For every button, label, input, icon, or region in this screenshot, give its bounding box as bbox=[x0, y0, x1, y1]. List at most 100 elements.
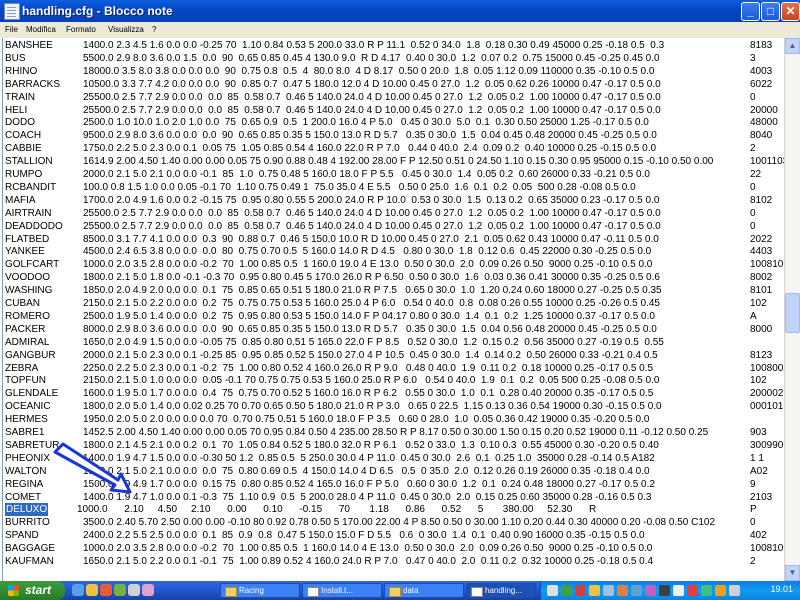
close-button[interactable]: ✕ bbox=[781, 2, 800, 21]
text-line: GANGBUR 2000.0 2.1 5.0 2.3 0.0 0.1 -0.25 … bbox=[5, 349, 783, 362]
vehicle-values: 8500.0 3.1 7.7 4.1 0.0 0.0 0.3 90 0.88 0… bbox=[83, 233, 659, 245]
messenger-icon[interactable] bbox=[114, 584, 126, 596]
scroll-up-icon[interactable]: ▲ bbox=[785, 38, 800, 54]
text-line: RUMPO 2000.0 2.1 5.0 2.1 0.0 0.0 -0.1 85 … bbox=[5, 168, 783, 181]
vehicle-name: COMET bbox=[5, 491, 42, 503]
app2-icon[interactable] bbox=[142, 584, 154, 596]
vehicle-values: 10500.0 3.3 7.7 4.2 0.0 0.0 0.0 90 0.85 … bbox=[83, 78, 661, 90]
vehicle-code: 0 bbox=[750, 220, 756, 232]
vehicle-values: 18000.0 3.5 8.0 3.8 0.0 0.0 0.0 90 0.75 … bbox=[83, 65, 655, 77]
volume-icon[interactable] bbox=[729, 585, 740, 596]
vehicle-name: CABBIE bbox=[5, 143, 42, 155]
vehicle-values: 1650.0 2.1 5.0 2.2 0.0 0.1 -0.1 75 1.00 … bbox=[83, 556, 654, 567]
task-data[interactable]: data bbox=[384, 583, 464, 598]
tray-icon[interactable] bbox=[687, 585, 698, 596]
text-line: WALTON 1850.0 2.1 5.0 2.1 0.0 0.0 0.0 75 … bbox=[5, 465, 783, 478]
task-handling[interactable]: handling... bbox=[466, 583, 536, 598]
text-line: BURRITO 3500.0 2.40 5.70 2.50 0.00 0.00 -… bbox=[5, 516, 783, 529]
vehicle-code: 300990 bbox=[750, 439, 784, 451]
tray-icon[interactable] bbox=[547, 585, 558, 596]
menu-file[interactable]: File bbox=[5, 25, 18, 34]
minimize-button[interactable]: _ bbox=[741, 2, 760, 21]
text-line: BUS 5500.0 2.9 8.0 3.6 0.0 1.5 0.0 90 0.6… bbox=[5, 52, 783, 65]
vehicle-code: 000101 bbox=[750, 401, 784, 413]
vehicle-code: 2 bbox=[750, 556, 756, 567]
vehicle-name: CUBAN bbox=[5, 298, 41, 309]
scroll-thumb[interactable] bbox=[785, 293, 800, 333]
vehicle-values: 5500.0 2.9 8.0 3.6 0.0 1.5 0.0 90 0.65 0… bbox=[83, 52, 660, 64]
vehicle-name: BAGGAGE bbox=[5, 543, 56, 555]
media-icon[interactable] bbox=[100, 584, 112, 596]
vehicle-values: 1850.0 2.1 5.0 2.1 0.0 0.0 0.0 75 0.80 0… bbox=[83, 465, 650, 477]
menu-modifica[interactable]: Modifica bbox=[26, 25, 56, 34]
text-line: VOODOO 1800.0 2.1 5.0 1.8 0.0 -0.1 -0.3 7… bbox=[5, 271, 783, 284]
menu-formato[interactable]: Formato bbox=[66, 25, 96, 34]
text-line: TOPFUN 2150.0 2.1 5.0 1.0 0.0 0.0 0.05 -0… bbox=[5, 374, 783, 387]
vehicle-name: TOPFUN bbox=[5, 375, 46, 387]
vehicle-code: 402 bbox=[750, 530, 767, 542]
vehicle-values: 1850.0 2.0 4.9 2.0 0.0 0.0 0.1 75 0.85 0… bbox=[83, 285, 662, 297]
vehicle-name: BURRITO bbox=[5, 517, 50, 529]
tray-icon[interactable] bbox=[715, 585, 726, 596]
tray-icon[interactable] bbox=[645, 585, 656, 596]
vehicle-name: STALLION bbox=[5, 156, 53, 168]
vehicle-values: 2150.0 2.1 5.0 1.0 0.0 0.0 0.05 -0.1 70 … bbox=[83, 375, 660, 387]
maximize-button[interactable]: □ bbox=[761, 2, 780, 21]
vehicle-code: 9 bbox=[750, 478, 756, 490]
tray-icon[interactable] bbox=[701, 585, 712, 596]
text-line: YANKEE 4500.0 2.4 6.5 3.8 0.0 0.0 0.0 80 … bbox=[5, 245, 783, 258]
vehicle-code: P bbox=[750, 504, 757, 516]
vehicle-values: 1800.0 2.1 4.5 2.1 0.0 0.2 0.1 70 1.05 0… bbox=[83, 439, 659, 451]
vehicle-values: 3500.0 2.40 5.70 2.50 0.00 0.00 -0.10 80… bbox=[83, 517, 716, 529]
tray-icon[interactable] bbox=[589, 585, 600, 596]
windows-logo-icon bbox=[8, 585, 19, 596]
browser-icon[interactable] bbox=[72, 584, 84, 596]
text-line: AIRTRAIN 25500.0 2.5 7.7 2.9 0.0 0.0 0.0 … bbox=[5, 207, 783, 220]
tray-icon[interactable] bbox=[575, 585, 586, 596]
vehicle-name: PHEONIX bbox=[5, 452, 51, 464]
text-line: OCEANIC 1800.0 2.0 5.0 1.4 0.0 0.02 0.25 … bbox=[5, 400, 783, 413]
vehicle-code: 2103 bbox=[750, 491, 773, 503]
folder-quicklaunch-icon[interactable] bbox=[86, 584, 98, 596]
start-button[interactable]: start bbox=[0, 581, 65, 600]
text-line: PHEONIX 1400.0 1.9 4.7 1.5 0.0 0.0 -0.30 … bbox=[5, 452, 783, 465]
menu-help[interactable]: ? bbox=[152, 25, 156, 34]
vehicle-code: 8102 bbox=[750, 194, 773, 206]
scroll-down-icon[interactable]: ▼ bbox=[785, 565, 800, 581]
menu-visualizza[interactable]: Visualizza bbox=[108, 25, 144, 34]
vehicle-code: 2 bbox=[750, 143, 756, 155]
vertical-scrollbar[interactable]: ▲ ▼ bbox=[784, 38, 800, 581]
vehicle-values: 1500.0 1.9 4.9 1.7 0.0 0.0 0.15 75 0.80 … bbox=[83, 478, 655, 490]
vehicle-name: BARRACKS bbox=[5, 78, 61, 90]
vehicle-code: 8002 bbox=[750, 272, 773, 284]
text-line: BANSHEE 1400.0 2.3 4.5 1.6 0.0 0.0 -0.25 … bbox=[5, 39, 783, 52]
vehicle-code: 100810 bbox=[750, 543, 784, 555]
vehicle-code: 1008002 bbox=[750, 362, 784, 374]
vehicle-values: 1000.0 2.0 3.5 2.8 0.0 0.0 -0.2 70 1.00 … bbox=[83, 259, 653, 271]
tray-icon[interactable] bbox=[673, 585, 684, 596]
app-icon[interactable] bbox=[128, 584, 140, 596]
vehicle-code: 1001103 bbox=[750, 156, 784, 168]
tray-icon[interactable] bbox=[617, 585, 628, 596]
text-editor[interactable]: BANSHEE 1400.0 2.3 4.5 1.6 0.0 0.0 -0.25 … bbox=[2, 38, 784, 581]
text-line: SABRE1 1452.5 2.00 4.50 1.40 0.00 0.00 0.… bbox=[5, 426, 783, 439]
tray-icon[interactable] bbox=[659, 585, 670, 596]
vehicle-name: BUS bbox=[5, 52, 26, 64]
task-install[interactable]: Install.t... bbox=[302, 583, 382, 598]
vehicle-values: 1400.0 1.9 4.7 1.5 0.0 0.0 -0.30 50 1.2 … bbox=[83, 452, 655, 464]
vehicle-code: 4003 bbox=[750, 65, 773, 77]
text-line: WASHING 1850.0 2.0 4.9 2.0 0.0 0.0 0.1 75… bbox=[5, 284, 783, 297]
vehicle-code: 200002 bbox=[750, 388, 784, 400]
vehicle-values: 1800.0 2.0 5.0 1.4 0.0 0.02 0.25 70 0.70… bbox=[83, 401, 662, 413]
vehicle-code: 3 bbox=[750, 52, 756, 64]
text-line: SABRETUR 1800.0 2.1 4.5 2.1 0.0 0.2 0.1 7… bbox=[5, 439, 783, 452]
tray-icon[interactable] bbox=[631, 585, 642, 596]
text-line: GOLFCART 1000.0 2.0 3.5 2.8 0.0 0.0 -0.2 … bbox=[5, 258, 783, 271]
start-label: start bbox=[25, 583, 52, 597]
tray-icon[interactable] bbox=[603, 585, 614, 596]
vehicle-name: GLENDALE bbox=[5, 388, 59, 400]
vehicle-values: 1400.0 2.3 4.5 1.6 0.0 0.0 -0.25 70 1.10… bbox=[83, 40, 665, 51]
tray-icon[interactable] bbox=[561, 585, 572, 596]
task-racing[interactable]: Racing bbox=[220, 583, 300, 598]
folder-icon bbox=[389, 587, 401, 597]
